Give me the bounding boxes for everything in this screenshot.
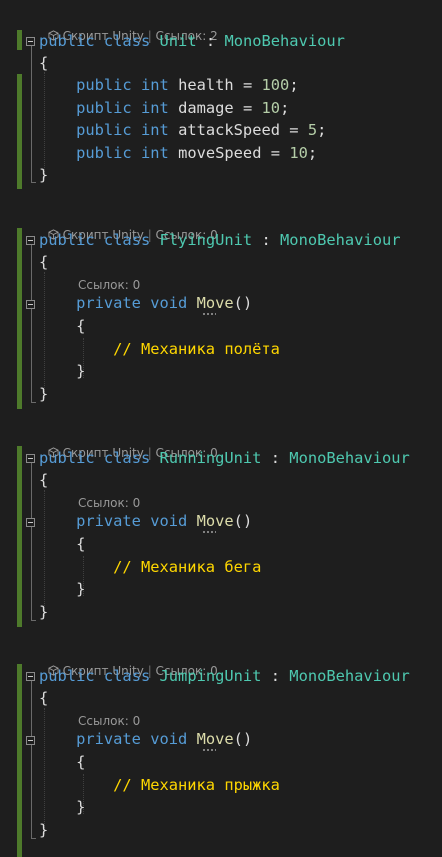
change-bar [17, 446, 22, 627]
fold-guide [31, 46, 32, 182]
code-line-class-decl: public class FlyingUnit : MonoBehaviour [39, 231, 401, 249]
code-line-comment: // Механика прыжка [113, 776, 280, 794]
suggestion-dots[interactable] [202, 313, 216, 315]
class-name: Unit [159, 32, 197, 50]
suggestion-dots[interactable] [202, 749, 216, 751]
code-line-open-brace: { [39, 689, 49, 707]
collapse-minus-icon[interactable] [26, 672, 35, 681]
code-line-close-brace: } [39, 821, 49, 839]
code-line-open-brace: { [39, 471, 49, 489]
code-line-close-brace: } [39, 166, 49, 184]
suggestion-dots[interactable] [202, 531, 216, 533]
change-bar [17, 74, 22, 189]
class-name: RunningUnit [159, 449, 262, 467]
method-name: Move [196, 512, 234, 530]
method-name: Move [196, 730, 234, 748]
code-line-close-brace: } [76, 798, 86, 816]
collapse-minus-icon[interactable] [26, 300, 35, 309]
collapse-minus-icon[interactable] [26, 736, 35, 745]
method-codelens[interactable]: Ссылок: 0 [78, 713, 140, 729]
code-line-field: public int moveSpeed = 10; [76, 144, 318, 162]
method-codelens[interactable]: Ссылок: 0 [78, 495, 140, 511]
code-line-field: public int damage = 10; [76, 99, 290, 117]
code-line-open-brace: { [39, 54, 49, 72]
code-line-class-decl: public class RunningUnit : MonoBehaviour [39, 449, 410, 467]
fold-guide [31, 463, 32, 620]
fold-guide [31, 681, 32, 838]
method-codelens[interactable]: Ссылок: 0 [78, 277, 140, 293]
fold-end [31, 402, 36, 403]
code-line-open-brace: { [76, 317, 86, 335]
code-line-method-decl: private void Move() [76, 294, 253, 312]
class-name: FlyingUnit [159, 231, 253, 249]
base-class: MonoBehaviour [224, 32, 345, 50]
code-line-close-brace: } [76, 362, 86, 380]
collapse-minus-icon[interactable] [26, 454, 35, 463]
code-line-method-decl: private void Move() [76, 512, 253, 530]
code-line-open-brace: { [76, 753, 86, 771]
class-name: JumpingUnit [159, 667, 262, 685]
code-line-field: public int attackSpeed = 5; [76, 121, 327, 139]
collapse-minus-icon[interactable] [26, 518, 35, 527]
code-line-comment: // Механика полёта [113, 340, 280, 358]
fold-end [31, 620, 36, 621]
code-line-class-decl: public class JumpingUnit : MonoBehaviour [39, 667, 410, 685]
change-bar [17, 664, 22, 857]
code-line-method-decl: private void Move() [76, 730, 253, 748]
code-line-close-brace: } [39, 603, 49, 621]
base-class: MonoBehaviour [289, 449, 410, 467]
change-bar [17, 228, 22, 409]
code-line-open-brace: { [76, 535, 86, 553]
fold-guide [31, 245, 32, 402]
fold-end [31, 838, 36, 839]
code-line-close-brace: } [76, 580, 86, 598]
change-bar [17, 30, 22, 50]
code-line-field: public int health = 100; [76, 76, 299, 94]
method-name: Move [196, 294, 234, 312]
fold-end [31, 182, 36, 183]
code-line-comment: // Механика бега [113, 558, 262, 576]
code-line-close-brace: } [39, 385, 49, 403]
base-class: MonoBehaviour [289, 667, 410, 685]
base-class: MonoBehaviour [280, 231, 401, 249]
code-line-class-decl: public class Unit : MonoBehaviour [39, 32, 345, 50]
collapse-minus-icon[interactable] [26, 37, 35, 46]
code-line-open-brace: { [39, 253, 49, 271]
collapse-minus-icon[interactable] [26, 236, 35, 245]
